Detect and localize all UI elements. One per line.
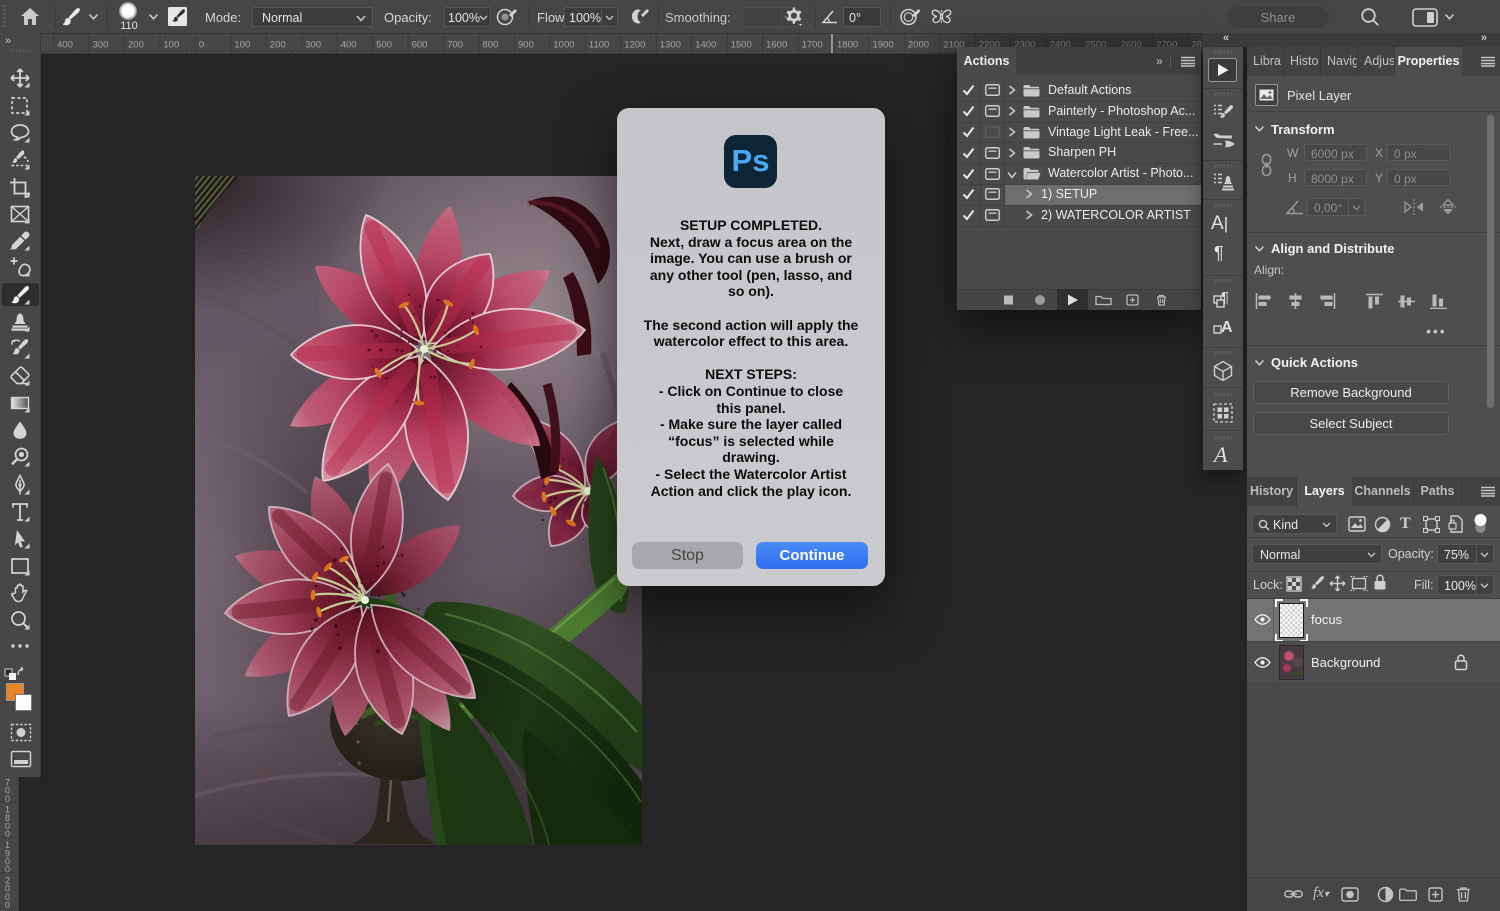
svg-text:1300: 1300	[660, 40, 681, 51]
svg-text:100: 100	[234, 40, 250, 51]
svg-text:700: 700	[447, 40, 463, 51]
svg-text:1000: 1000	[553, 40, 574, 51]
svg-text:0: 0	[5, 794, 10, 804]
svg-text:1200: 1200	[624, 40, 645, 51]
svg-text:300: 300	[93, 40, 109, 51]
svg-text:500: 500	[376, 40, 392, 51]
svg-text:200: 200	[128, 40, 144, 51]
svg-text:300: 300	[305, 40, 321, 51]
svg-text:800: 800	[483, 40, 499, 51]
svg-text:200: 200	[270, 40, 286, 51]
svg-text:100: 100	[163, 40, 179, 51]
svg-text:A: A	[1221, 319, 1233, 336]
svg-text:1400: 1400	[695, 40, 716, 51]
svg-text:1700: 1700	[802, 40, 823, 51]
svg-text:400: 400	[341, 40, 357, 51]
svg-text:0: 0	[199, 40, 204, 51]
svg-text:0: 0	[5, 829, 10, 839]
svg-text:1100: 1100	[589, 40, 609, 51]
svg-text:1600: 1600	[766, 40, 787, 51]
svg-text:1500: 1500	[731, 40, 752, 51]
svg-text:1800: 1800	[837, 40, 858, 51]
svg-text:600: 600	[412, 40, 428, 51]
svg-text:0: 0	[5, 900, 10, 910]
svg-text:900: 900	[518, 40, 534, 51]
svg-text:0: 0	[5, 865, 10, 875]
svg-text:1900: 1900	[873, 40, 894, 51]
svg-text:400: 400	[57, 40, 73, 51]
